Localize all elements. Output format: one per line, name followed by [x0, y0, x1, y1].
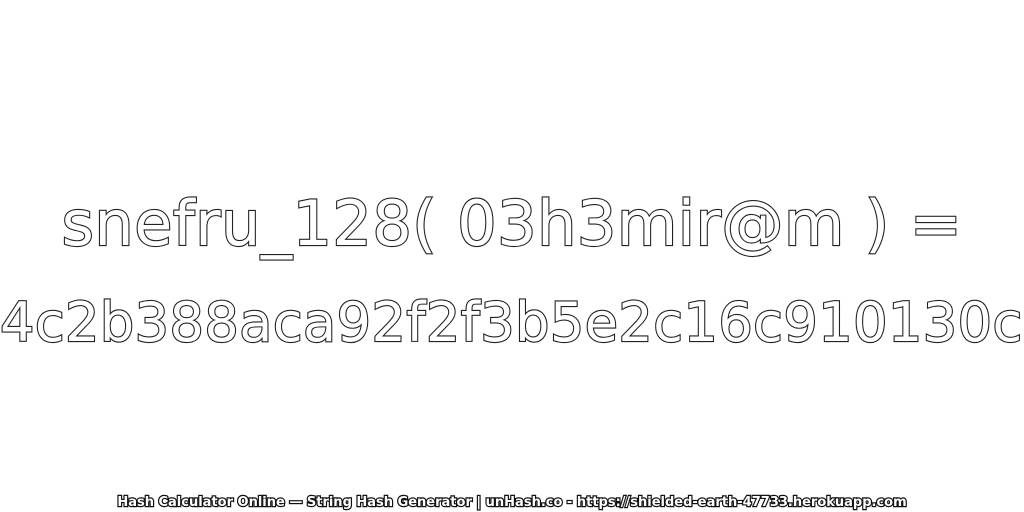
- hash-result-image: snefru_128( 03h3mir@m ) = 4c2b388aca92f2…: [0, 0, 1024, 512]
- footer-credit: Hash Calculator Online — String Hash Gen…: [116, 494, 908, 511]
- hash-expression: snefru_128( 03h3mir@m ) =: [60, 186, 963, 261]
- hash-result-value: 4c2b388aca92f2f3b5e2c16c910130c6: [0, 290, 1024, 355]
